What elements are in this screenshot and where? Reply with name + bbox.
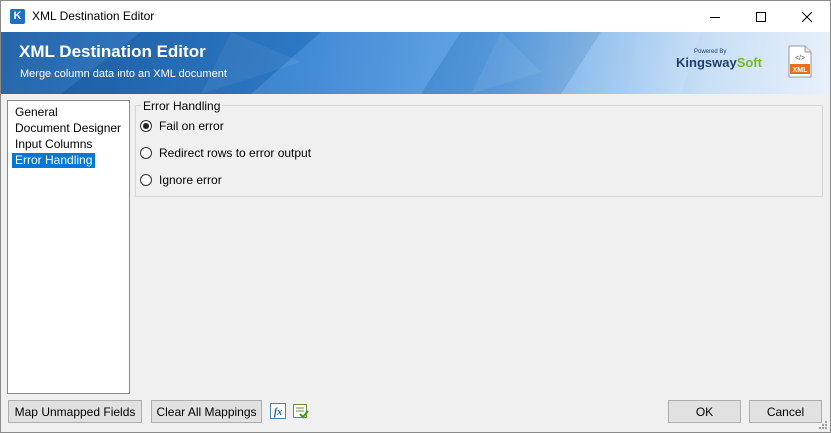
page-navigation-list: General Document Designer Input Columns … bbox=[7, 100, 130, 394]
svg-text:</>: </> bbox=[795, 55, 805, 62]
minimize-icon bbox=[710, 16, 720, 18]
minimize-button[interactable] bbox=[692, 1, 738, 32]
radio-ignore-error[interactable]: Ignore error bbox=[140, 172, 222, 188]
radio-button[interactable] bbox=[140, 147, 152, 159]
close-button[interactable] bbox=[784, 1, 830, 32]
map-unmapped-fields-button[interactable]: Map Unmapped Fields bbox=[8, 400, 142, 423]
radio-button-checked[interactable] bbox=[140, 120, 152, 132]
radio-label: Ignore error bbox=[159, 173, 222, 187]
radio-fail-on-error[interactable]: Fail on error bbox=[140, 118, 224, 134]
svg-text:fx: fx bbox=[274, 407, 282, 418]
radio-button[interactable] bbox=[140, 174, 152, 186]
ok-button[interactable]: OK bbox=[668, 400, 741, 423]
banner-title: XML Destination Editor bbox=[19, 42, 206, 61]
error-handling-legend: Error Handling bbox=[141, 99, 223, 113]
expression-fx-icon[interactable]: fx bbox=[270, 403, 286, 419]
nav-item-general[interactable]: General bbox=[12, 105, 61, 120]
clear-all-mappings-button[interactable]: Clear All Mappings bbox=[151, 400, 262, 423]
window-title: XML Destination Editor bbox=[32, 9, 155, 23]
title-bar: K XML Destination Editor bbox=[1, 1, 830, 32]
nav-item-input-columns[interactable]: Input Columns bbox=[12, 137, 95, 152]
resize-grip-icon[interactable] bbox=[816, 418, 828, 430]
validate-check-icon[interactable] bbox=[293, 403, 309, 419]
close-icon bbox=[802, 11, 812, 22]
logo-wordmark: KingswaySoft bbox=[676, 55, 762, 70]
nav-item-error-handling[interactable]: Error Handling bbox=[12, 153, 96, 168]
cancel-button[interactable]: Cancel bbox=[749, 400, 822, 423]
radio-label: Fail on error bbox=[159, 119, 224, 133]
xml-destination-editor-window: K XML Destination Editor XML Destination… bbox=[0, 0, 831, 433]
radio-redirect-rows[interactable]: Redirect rows to error output bbox=[140, 145, 311, 161]
nav-item-document-designer[interactable]: Document Designer bbox=[12, 121, 124, 136]
maximize-icon bbox=[756, 11, 766, 22]
banner-subtitle: Merge column data into an XML document bbox=[20, 68, 227, 80]
kingswaysoft-app-icon: K bbox=[10, 9, 25, 24]
radio-label: Redirect rows to error output bbox=[159, 146, 312, 160]
header-banner: XML Destination Editor Merge column data… bbox=[1, 32, 830, 94]
maximize-button[interactable] bbox=[738, 1, 784, 32]
svg-text:XML: XML bbox=[793, 67, 809, 74]
xml-file-icon: </> XML bbox=[788, 45, 812, 78]
